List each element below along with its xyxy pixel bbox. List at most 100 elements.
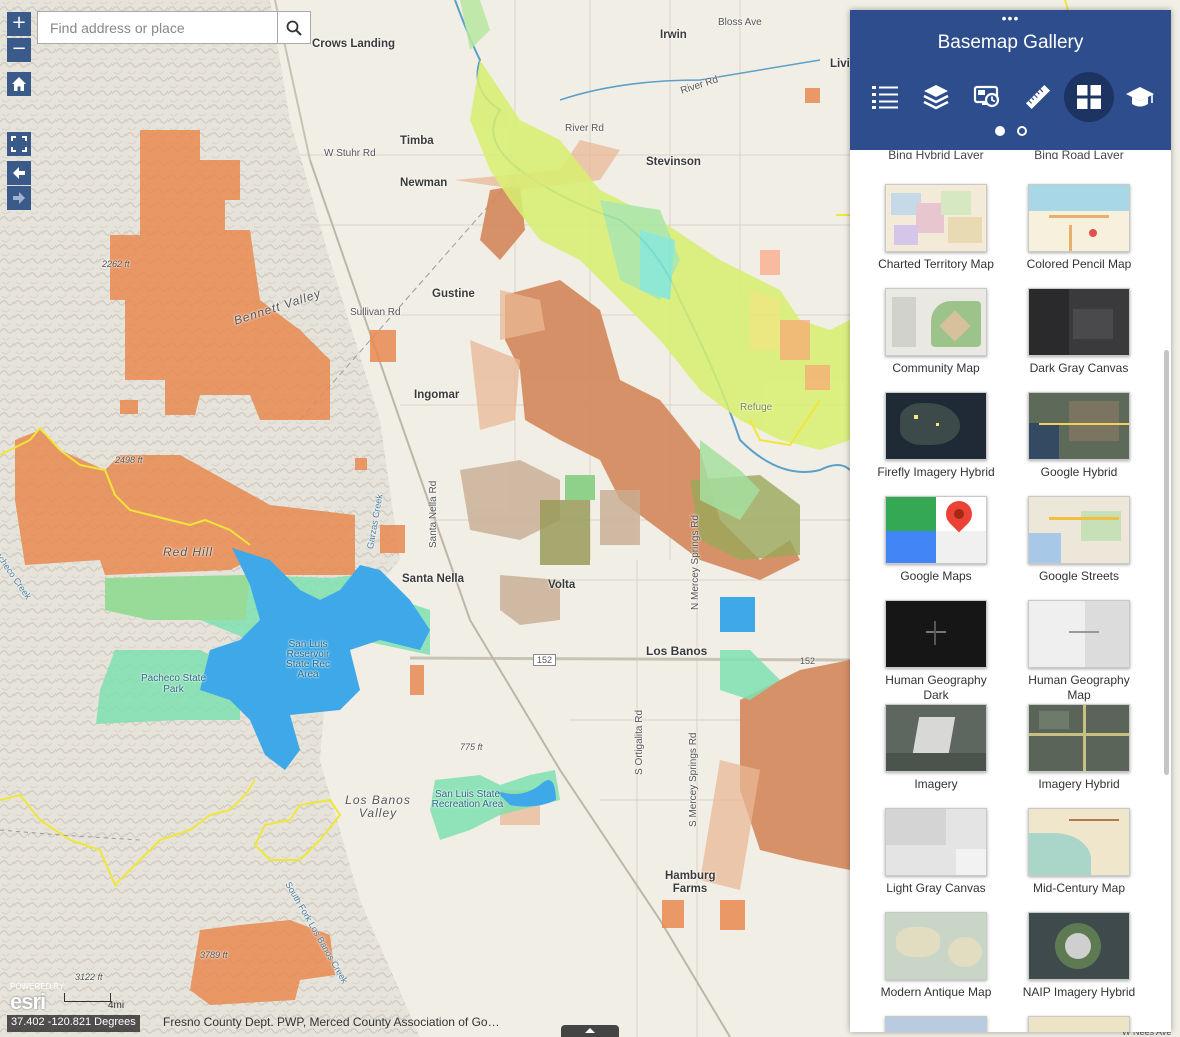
label-los-banos-valley: Los Banos Valley <box>345 793 411 820</box>
search-input[interactable] <box>38 12 277 43</box>
tool-basemap-gallery[interactable] <box>1064 72 1114 122</box>
label-crows-landing: Crows Landing <box>312 38 396 50</box>
fullscreen-button[interactable] <box>7 132 31 156</box>
label-w-stuhr-rd: W Stuhr Rd <box>324 148 376 159</box>
basemap-charted-territory[interactable]: Charted Territory Map <box>876 184 996 272</box>
basemap-label-cut: Bing Hybrid Layer <box>888 150 984 159</box>
label-san-luis-state-rec: San Luis State Recreation Area <box>431 789 504 810</box>
mortarboard-icon <box>1126 87 1154 107</box>
basemap-thumbnail <box>1028 912 1130 980</box>
basemap-label: Light Gray Canvas <box>886 881 986 895</box>
widget-toolbar <box>860 72 1165 122</box>
basemap-community[interactable]: Community Map <box>876 288 996 376</box>
basemap-label: Google Maps <box>900 569 972 583</box>
basemap-label: Imagery <box>914 777 958 791</box>
layers-icon <box>923 85 949 110</box>
label-volta: Volta <box>548 579 576 591</box>
basemap-human-geography-map[interactable]: Human Geography Map <box>1019 600 1139 703</box>
basemap-mid-century[interactable]: Mid-Century Map <box>1019 808 1139 896</box>
basemap-thumbnail <box>1028 288 1130 356</box>
basemap-human-geography-dark[interactable]: Human Geography Dark <box>876 600 996 703</box>
basemap-gallery-list[interactable]: Bing Hybrid Layer Bing Road Layer Charte… <box>850 150 1171 1032</box>
pager-dot-2[interactable] <box>1016 126 1027 136</box>
basemap-light-gray[interactable]: Light Gray Canvas <box>876 808 996 896</box>
basemap-dark-gray[interactable]: Dark Gray Canvas <box>1019 288 1139 376</box>
map-attribution[interactable]: Fresno County Dept. PWP, Merced County A… <box>163 1015 500 1029</box>
label-elev-775: 775 ft <box>460 742 483 752</box>
tool-measure[interactable] <box>1013 72 1063 122</box>
tool-layers[interactable] <box>911 72 961 122</box>
arrow-left-icon <box>13 167 25 179</box>
basemap-thumbnail <box>1028 704 1130 772</box>
search-icon <box>286 20 302 36</box>
basemap-google-maps[interactable]: Google Maps <box>876 496 996 584</box>
tool-about[interactable] <box>1115 72 1165 122</box>
home-button[interactable] <box>7 72 31 96</box>
panel-header: ••• Basemap Gallery <box>850 10 1171 150</box>
label-hwy-152: 152 <box>533 654 557 666</box>
basemap-thumbnail <box>885 704 987 772</box>
ruler-icon <box>1025 84 1051 110</box>
next-extent-button[interactable] <box>7 186 31 210</box>
screen-bookmark-icon <box>973 85 1000 108</box>
label-ingomar: Ingomar <box>414 389 460 401</box>
label-los-banos: Los Banos <box>646 644 708 658</box>
basemap-thumbnail <box>885 912 987 980</box>
basemap-imagery-hybrid[interactable]: Imagery Hybrid <box>1019 704 1139 792</box>
basemap-google-hybrid[interactable]: Google Hybrid <box>1019 392 1139 480</box>
basemap-modern-antique[interactable]: Modern Antique Map <box>876 912 996 1000</box>
label-pacheco-state-park: Pacheco State Park <box>140 673 207 695</box>
label-river-rd-2: River Rd <box>565 123 604 134</box>
label-n-mercey-springs-rd: N Mercey Springs Rd <box>690 514 701 610</box>
basemap-label: Google Hybrid <box>1040 465 1118 479</box>
label-bloss-ave: Bloss Ave <box>718 17 762 28</box>
label-hwy-152-east: 152 <box>800 656 816 666</box>
pager-dot-1[interactable] <box>994 126 1005 136</box>
basemap-label: Modern Antique Map <box>880 985 992 999</box>
label-san-luis-reservoir: San Luis Reservoir State Rec Area <box>286 639 330 680</box>
list-icon <box>872 86 898 109</box>
basemap-naip-imagery[interactable]: NAIP Imagery Hybrid <box>1019 912 1139 1000</box>
basemap-thumbnail <box>885 288 987 356</box>
tool-legend[interactable] <box>860 72 910 122</box>
basemap-label: NAIP Imagery Hybrid <box>1022 985 1136 999</box>
basemap-label: Imagery Hybrid <box>1038 777 1120 791</box>
zoom-out-button[interactable]: − <box>7 38 31 62</box>
search-widget <box>37 11 311 44</box>
label-s-ortigalita-rd: S Ortigalita Rd <box>634 709 645 775</box>
basemap-next-row[interactable] <box>1019 1016 1139 1032</box>
bottom-expand-toggle[interactable] <box>561 1025 619 1037</box>
label-s-mercey-springs-rd: S Mercey Springs Rd <box>688 732 699 827</box>
basemap-thumbnail <box>885 392 987 460</box>
previous-extent-button[interactable] <box>7 161 31 185</box>
basemap-thumbnail <box>885 1016 987 1032</box>
basemap-label: Dark Gray Canvas <box>1029 361 1129 375</box>
label-elev-3122: 3122 ft <box>75 972 103 982</box>
basemap-thumbnail <box>1028 1016 1130 1032</box>
basemap-thumbnail <box>1028 392 1130 460</box>
basemap-next-row[interactable] <box>876 1016 996 1032</box>
basemap-thumbnail <box>1028 808 1130 876</box>
zoom-in-button[interactable]: + <box>7 12 31 36</box>
panel-title: Basemap Gallery <box>937 32 1084 53</box>
home-icon <box>12 77 26 91</box>
basemap-label: Colored Pencil Map <box>1026 257 1132 271</box>
gallery-scrollbar[interactable] <box>1164 350 1169 775</box>
grid-icon <box>1077 85 1101 109</box>
drag-handle[interactable]: ••• <box>850 11 1171 25</box>
basemap-thumbnail <box>1028 600 1130 668</box>
label-refuge: Refuge <box>740 402 773 413</box>
basemap-thumbnail <box>885 808 987 876</box>
search-button[interactable] <box>277 12 310 43</box>
scale-bar-label: 4mi <box>108 1000 125 1011</box>
basemap-label-cut: Bing Road Layer <box>1034 150 1124 159</box>
basemap-colored-pencil[interactable]: Colored Pencil Map <box>1019 184 1139 272</box>
tool-bookmarks[interactable] <box>962 72 1012 122</box>
basemap-google-streets[interactable]: Google Streets <box>1019 496 1139 584</box>
basemap-label: Charted Territory Map <box>878 257 994 271</box>
panel-pager <box>850 126 1171 136</box>
basemap-firefly-imagery[interactable]: Firefly Imagery Hybrid <box>876 392 996 480</box>
label-timba: Timba <box>400 135 434 147</box>
basemap-thumbnail <box>885 496 987 564</box>
basemap-imagery[interactable]: Imagery <box>876 704 996 792</box>
